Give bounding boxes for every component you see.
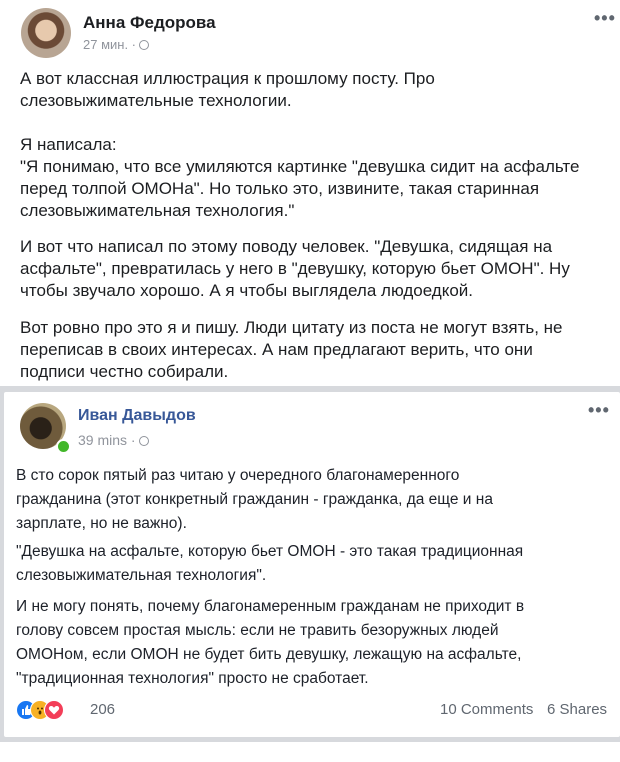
post-timestamp[interactable]: 27 мин. · <box>83 37 150 52</box>
post-text-line: И вот что написал по этому поводу челове… <box>20 237 553 256</box>
post-text-line: ОМОНом, если ОМОН не будет бить девушку,… <box>16 646 522 663</box>
post-text-line: голову совсем простая мысль: если не тра… <box>16 622 499 639</box>
post-text-line: подписи честно собирали. <box>20 362 229 381</box>
more-options-button[interactable]: ••• <box>594 8 616 29</box>
post-text-line: асфальте", превратилась у него в "девушк… <box>20 259 570 278</box>
love-icon <box>44 700 64 720</box>
shares-count-link[interactable]: 6 Shares <box>547 701 607 718</box>
post-timestamp[interactable]: 39 mins · <box>78 432 149 448</box>
next-post-card <box>0 742 620 762</box>
post-text-line: слезовыжимательная технология." <box>20 201 295 220</box>
globe-icon <box>139 40 150 50</box>
post-text-line: слезовыжимательные технологии. <box>20 91 292 110</box>
post-text-line: В сто сорок пятый раз читаю у очередного… <box>16 467 460 484</box>
post-text-line: переписав в своих интересах. А нам предл… <box>20 340 533 359</box>
post-text-line: гражданина (этот конкретный гражданин - … <box>16 491 493 508</box>
post-text-line: зарплате, но не важно). <box>16 515 187 532</box>
post-text-line: И не могу понять, почему благонамеренным… <box>16 598 525 615</box>
more-options-button[interactable]: ••• <box>588 400 610 421</box>
online-status-dot <box>56 439 71 454</box>
timestamp-text[interactable]: 27 мин. · <box>83 37 136 52</box>
author-name[interactable]: Иван Давыдов <box>78 407 196 425</box>
avatar[interactable] <box>21 8 71 58</box>
author-name[interactable]: Анна Федорова <box>83 13 216 33</box>
post-text-line: "Девушка на асфальте, которую бьет ОМОН … <box>16 543 524 560</box>
post-text-line: "Я понимаю, что все умиляются картинке "… <box>20 157 580 176</box>
timestamp-text[interactable]: 39 mins · <box>78 432 136 448</box>
post-text-line: Вот ровно про это я и пишу. Люди цитату … <box>20 318 563 337</box>
globe-icon <box>138 436 149 446</box>
post-text-line: А вот классная иллюстрация к прошлому по… <box>20 69 435 88</box>
post-text-line: чтобы звучало хорошо. А я чтобы выглядел… <box>20 281 474 300</box>
post-text-line: Я написала: <box>20 135 117 154</box>
post-text-line: слезовыжимательная технология". <box>16 567 267 584</box>
reaction-count[interactable]: 206 <box>90 701 115 718</box>
comments-count-link[interactable]: 10 Comments <box>440 701 533 718</box>
post-text-line: "традиционная технология" просто не сраб… <box>16 670 369 687</box>
post-text-line: перед толпой ОМОНа". Но только это, изви… <box>20 179 540 198</box>
post-card-anna: Анна Федорова 27 мин. · ••• А вот классн… <box>0 0 620 386</box>
